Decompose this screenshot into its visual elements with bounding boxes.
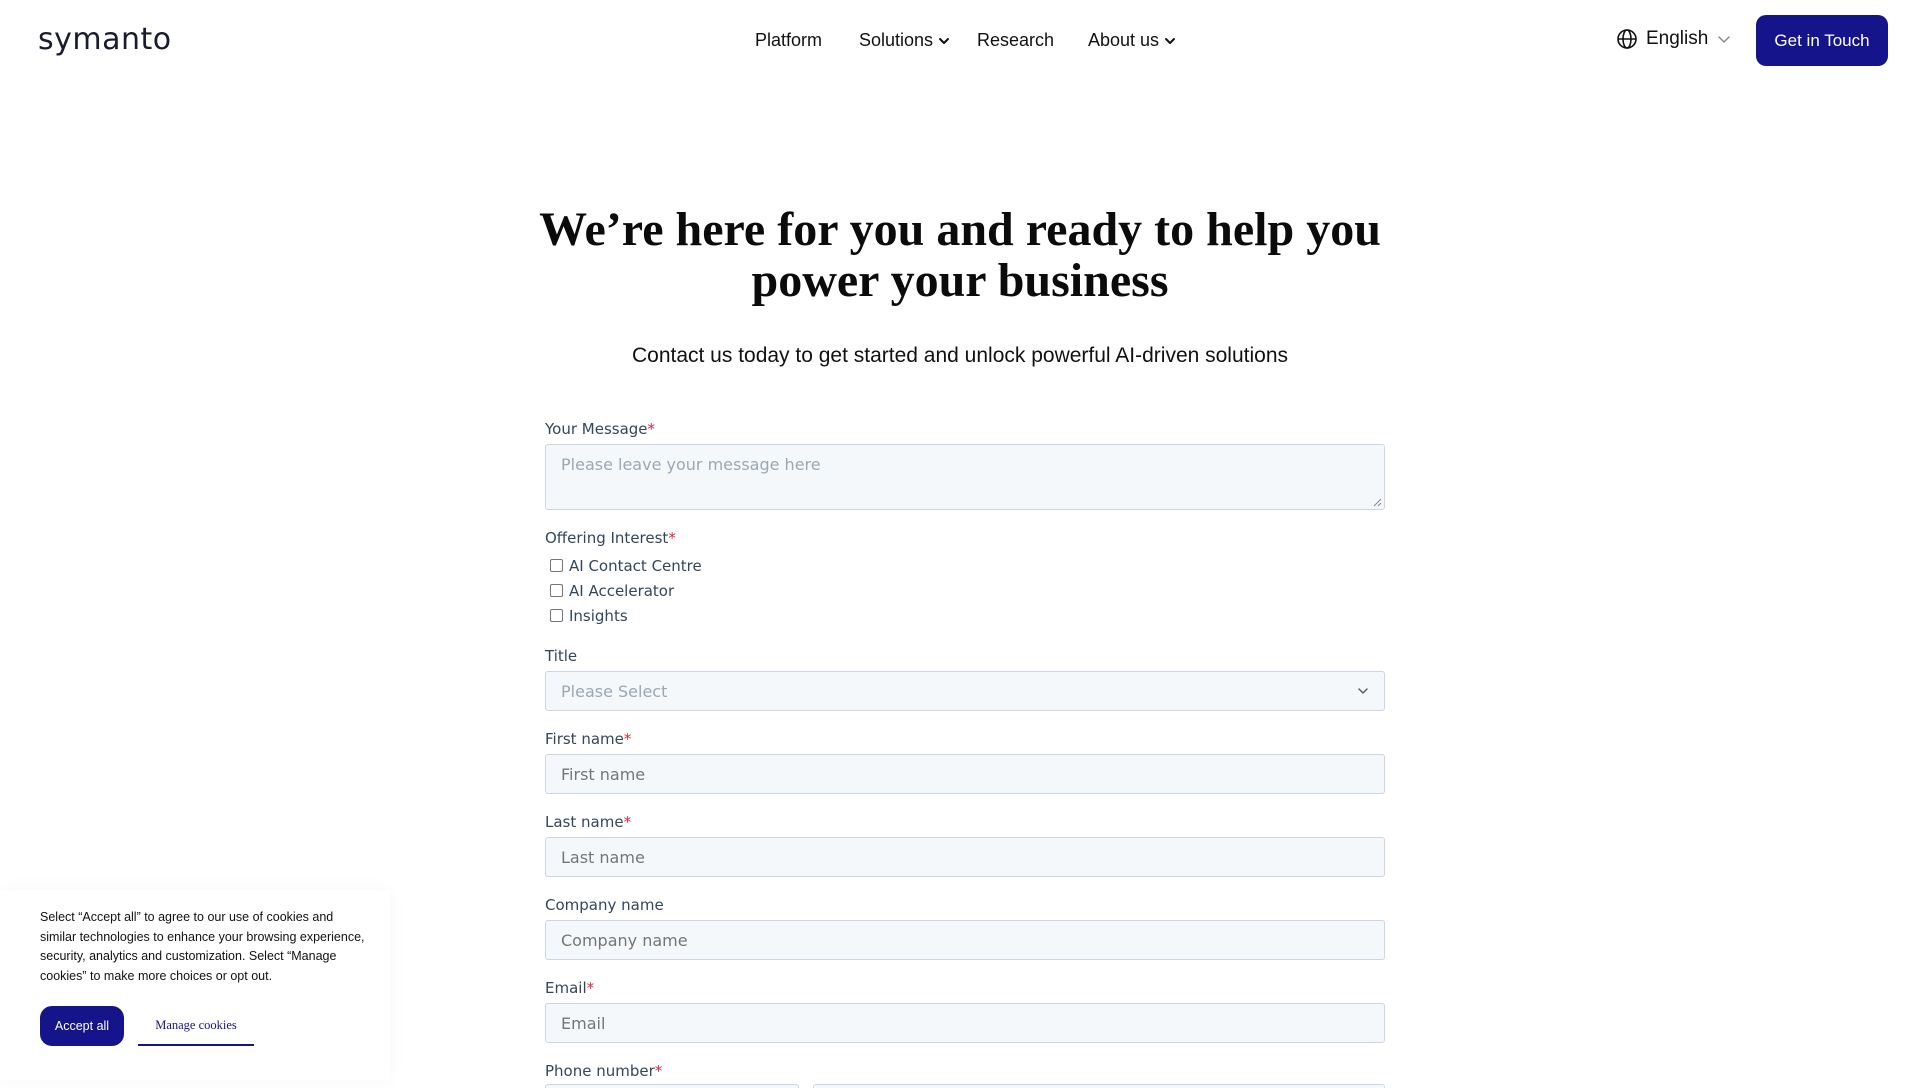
nav-item-label: About us (1088, 30, 1160, 50)
message-field-group: Your Message* Please leave your message … (545, 420, 1385, 510)
company-name-label: Company name (545, 896, 1385, 914)
label-text: First name (545, 730, 624, 748)
page-title: We’re here for you and ready to help you… (520, 204, 1400, 306)
label-text: Offering Interest (545, 529, 669, 547)
company-name-input[interactable] (545, 920, 1385, 960)
nav-item-label: Solutions (859, 30, 934, 50)
label-text: Your Message (545, 420, 648, 438)
language-label: English (1646, 28, 1709, 49)
last-name-label: Last name* (545, 813, 1385, 831)
required-marker: * (623, 730, 632, 748)
nav-item-research[interactable]: Research (977, 30, 1054, 51)
cookie-banner: Select “Accept all” to agree to our use … (0, 890, 390, 1080)
message-placeholder: Please leave your message here (561, 455, 821, 474)
message-textarea[interactable]: Please leave your message here (545, 444, 1385, 510)
phone-country-select[interactable] (545, 1084, 799, 1088)
chevron-down-icon (1718, 36, 1731, 43)
phone-field-group: Phone number* (545, 1062, 1385, 1086)
label-text: Phone number (545, 1062, 655, 1080)
label-text: Email (545, 979, 587, 997)
symanto-logo[interactable]: symanto (38, 22, 172, 57)
checkbox-label: AI Contact Centre (569, 556, 702, 575)
title-label: Title (545, 647, 1385, 665)
first-name-input[interactable] (545, 754, 1385, 794)
chevron-down-icon (1358, 688, 1368, 694)
page-title-line: power your business (751, 254, 1169, 307)
required-marker: * (668, 529, 676, 547)
required-marker: * (586, 979, 595, 997)
cookie-banner-text: Select “Accept all” to agree to our use … (40, 910, 365, 983)
page-title-line: We’re here for you and ready to help you (539, 203, 1381, 256)
email-field-group: Email* (545, 979, 1385, 1043)
required-marker: * (654, 1062, 663, 1080)
email-input[interactable] (545, 1003, 1385, 1043)
chevron-down-icon (939, 37, 950, 44)
checkbox[interactable] (550, 609, 563, 622)
chevron-down-icon (1165, 37, 1176, 44)
page-subtitle: Contact us today to get started and unlo… (631, 344, 1289, 367)
required-marker: * (623, 813, 632, 831)
nav-item-label: Research (977, 30, 1055, 50)
accept-all-cookies-button[interactable]: Accept all (40, 1006, 124, 1046)
resize-grip-icon[interactable] (1372, 497, 1382, 507)
language-selector[interactable]: English (1616, 28, 1732, 50)
last-name-input[interactable] (545, 837, 1385, 877)
phone-number-input[interactable] (813, 1084, 1385, 1088)
nav-item-label: Platform (755, 30, 823, 50)
nav-item-platform[interactable]: Platform (755, 30, 822, 51)
offering-checkbox-list: AI Contact Centre AI Accelerator Insight… (545, 553, 1385, 628)
nav-item-about-us[interactable]: About us (1088, 30, 1177, 51)
label-text: Title (545, 647, 578, 665)
checkbox[interactable] (550, 559, 563, 572)
first-name-field-group: First name* (545, 730, 1385, 794)
checkbox-label: AI Accelerator (569, 581, 675, 600)
required-marker: * (647, 420, 656, 438)
checkbox-ai-accelerator[interactable]: AI Accelerator (545, 578, 1385, 603)
globe-icon (1617, 29, 1637, 49)
label-text: Company name (545, 896, 664, 914)
title-select-value: Please Select (561, 681, 668, 701)
label-text: Last name (545, 813, 624, 831)
first-name-label: First name* (545, 730, 1385, 748)
phone-number-label: Phone number* (545, 1062, 1385, 1080)
checkbox-ai-contact-centre[interactable]: AI Contact Centre (545, 553, 1385, 578)
title-field-group: Title Please Select (545, 647, 1385, 711)
manage-cookies-link[interactable]: Manage cookies (138, 1006, 254, 1046)
site-header: symanto Platform Solutions Research Abou… (0, 0, 1920, 84)
checkbox[interactable] (550, 584, 563, 597)
offering-interest-group: Offering Interest* AI Contact Centre AI … (545, 529, 1385, 628)
checkbox-insights[interactable]: Insights (545, 603, 1385, 628)
checkbox-label: Insights (569, 606, 628, 625)
phone-inputs-row (545, 1084, 1385, 1088)
message-label: Your Message* (545, 420, 1385, 438)
company-field-group: Company name (545, 896, 1385, 960)
nav-item-solutions[interactable]: Solutions (859, 30, 951, 51)
get-in-touch-button[interactable]: Get in Touch (1756, 15, 1888, 66)
offering-interest-label: Offering Interest* (545, 529, 1385, 547)
last-name-field-group: Last name* (545, 813, 1385, 877)
email-label: Email* (545, 979, 1385, 997)
title-select[interactable]: Please Select (545, 671, 1385, 711)
